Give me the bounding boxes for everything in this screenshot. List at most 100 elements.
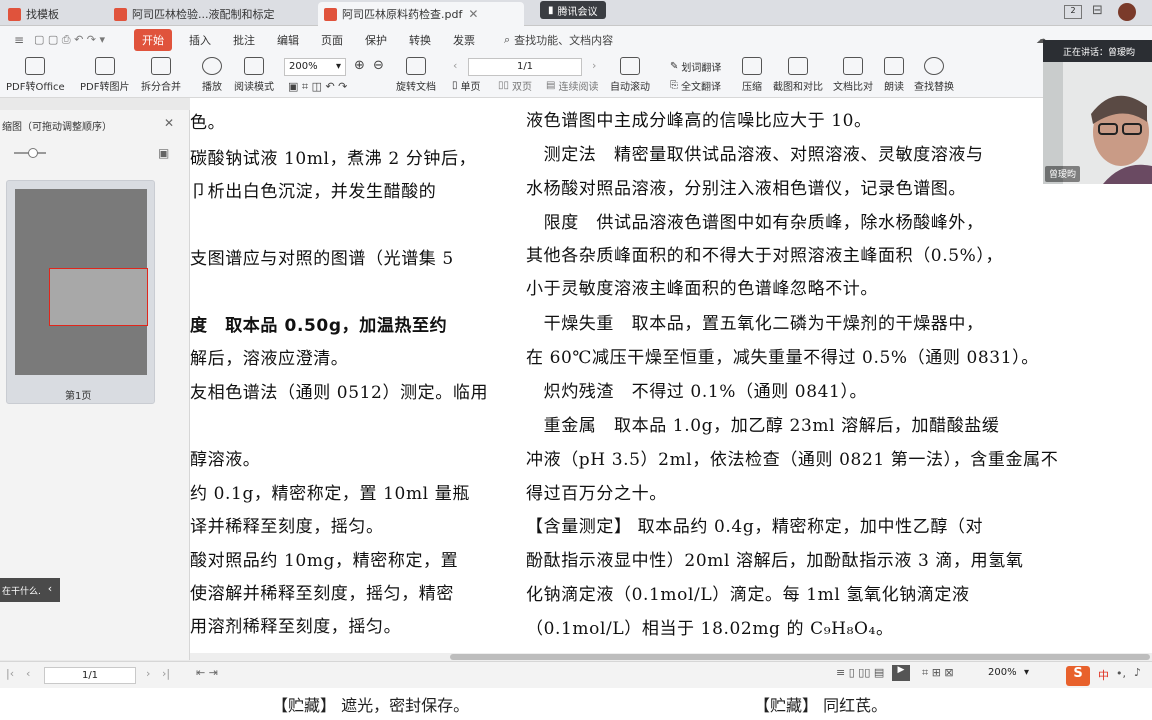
- doc-line: 液色谱图中主成分峰高的信噪比应大于 10。: [526, 111, 872, 131]
- single-page-button[interactable]: ▯ 单页: [452, 78, 481, 93]
- crop-icon: [788, 57, 808, 75]
- meeting-indicator[interactable]: ▮ 腾讯会议: [540, 1, 606, 19]
- chevron-down-icon[interactable]: ▾: [1024, 667, 1029, 678]
- double-page-button[interactable]: ▯▯ 双页: [498, 78, 532, 93]
- menu-annotate[interactable]: 批注: [222, 32, 266, 48]
- sogou-ime-icon[interactable]: S: [1066, 666, 1090, 686]
- zoom-select[interactable]: 200% ▾: [284, 58, 346, 76]
- zoom-value: 200%: [289, 61, 318, 72]
- auto-scroll-button[interactable]: 自动滚动: [610, 57, 650, 93]
- panel-title: 缩图（可拖动调整顺序）: [2, 122, 112, 133]
- thumbnail-panel: 缩图（可拖动调整顺序） ✕ ▣ 第1页 在干什么... ‹: [0, 110, 190, 660]
- find-replace-button[interactable]: 查找替换: [914, 57, 954, 93]
- status-zoom[interactable]: 200%: [988, 667, 1017, 678]
- view-mode-icons[interactable]: ▣ ⌗ ◫ ↶ ↷: [288, 80, 347, 94]
- page-input[interactable]: 1/1: [468, 58, 582, 76]
- thumbnail-image: [15, 189, 148, 375]
- page-thumbnail[interactable]: 第1页: [6, 180, 155, 404]
- search-input[interactable]: ⌕ 查找功能、文档内容: [504, 32, 613, 48]
- menu-edit[interactable]: 编辑: [266, 32, 310, 48]
- tool-label: 拆分合并: [141, 82, 181, 93]
- participant-label: 曾瑷昀: [1049, 170, 1077, 180]
- close-icon[interactable]: ✕: [164, 116, 174, 130]
- play-icon: [202, 57, 222, 75]
- quick-access-icons[interactable]: ▢ ▢ ⎙ ↶ ↷ ▾: [34, 33, 105, 47]
- ime-mode[interactable]: 中: [1098, 667, 1109, 683]
- image-icon[interactable]: ▣: [158, 146, 169, 160]
- close-tab-icon[interactable]: ✕: [468, 7, 478, 21]
- tab-document-1[interactable]: 阿司匹林检验...液配制和标定: [108, 2, 308, 26]
- meeting-label: 腾讯会议: [557, 6, 598, 18]
- window-layout-icon[interactable]: 2: [1064, 5, 1082, 19]
- prev-page-icon[interactable]: ‹: [26, 667, 30, 680]
- avatar[interactable]: [1118, 3, 1136, 21]
- last-page-icon[interactable]: ›|: [162, 667, 170, 680]
- pdf-to-image-button[interactable]: PDF转图片: [80, 57, 129, 93]
- scrollbar-thumb[interactable]: [450, 654, 1150, 660]
- zoom-out-icon[interactable]: ⊖: [373, 58, 384, 73]
- doc-line: 译并稀释至刻度，摇匀。: [190, 517, 384, 537]
- tool-label: 划词翻译: [681, 63, 722, 74]
- document-view[interactable]: 色。 碳酸钠试液 10ml，煮沸 2 分钟后， 卩析出白色沉淀，并发生醋酸的 支…: [190, 98, 1152, 660]
- view-icons[interactable]: ≡ ▯ ▯▯ ▤: [836, 666, 884, 679]
- menu-start[interactable]: 开始: [134, 29, 172, 51]
- tab-document-2[interactable]: 阿司匹林原料药检查.pdf ✕: [318, 2, 524, 26]
- split-merge-button[interactable]: 拆分合并: [141, 57, 181, 93]
- tool-label: 自动滚动: [610, 82, 650, 93]
- doc-line: （0.1mol/L）相当于 18.02mg 的 C₉H₈O₄。: [526, 619, 894, 639]
- punctuation-icon[interactable]: •,: [1116, 667, 1126, 680]
- tool-label: 全文翻译: [681, 82, 721, 93]
- scroll-icon: [620, 57, 640, 75]
- continuous-read-button[interactable]: ▤ 连续阅读: [546, 78, 598, 93]
- viewport-highlight[interactable]: [49, 268, 148, 326]
- wps-logo-icon: [8, 7, 21, 21]
- meeting-video[interactable]: 正在讲话：曾瑷昀 曾瑷昀: [1043, 40, 1152, 184]
- compare-icon: [843, 57, 863, 75]
- toolbar: PDF转Office PDF转图片 拆分合并 播放 阅读模式 200% ▾ ⊕ …: [0, 54, 1152, 98]
- translate-full-button[interactable]: ⎘ 全文翻译: [670, 78, 721, 93]
- zoom-in-icon[interactable]: ⊕: [354, 58, 365, 73]
- rotate-button[interactable]: 旋转文档: [396, 57, 436, 93]
- microphone-icon[interactable]: ♪: [1134, 666, 1141, 679]
- tool-label: 查找替换: [914, 82, 954, 93]
- rotate-icon: [406, 57, 426, 75]
- minimize-icon[interactable]: ⊟: [1092, 3, 1103, 18]
- doc-compare-button[interactable]: 文档比对: [833, 57, 873, 93]
- compress-icon: [742, 57, 762, 75]
- pdf-to-office-button[interactable]: PDF转Office: [6, 57, 65, 93]
- chevron-down-icon: ▾: [335, 61, 341, 72]
- next-page-icon[interactable]: ›: [592, 59, 596, 72]
- menu-page[interactable]: 页面: [310, 32, 354, 48]
- doc-line: 【含量测定】 取本品约 0.4g，精密称定，加中性乙醇（对: [526, 517, 984, 537]
- tool-label: 双页: [512, 82, 533, 93]
- double-page-icon: ▯▯: [498, 80, 510, 91]
- menu-convert[interactable]: 转换: [398, 32, 442, 48]
- doc-line: 水杨酸对照品溶液，分别注入液相色谱仪，记录色谱图。: [526, 179, 966, 199]
- menu-invoice[interactable]: 发票: [442, 32, 486, 48]
- menu-insert[interactable]: 插入: [178, 32, 222, 48]
- doc-line: 限度 供试品溶液色谱图中如有杂质峰，除水杨酸峰外，: [526, 213, 984, 233]
- doc-line: 在 60℃减压干燥至恒重，减失重量不得过 0.5%（通则 0831）。: [526, 348, 1039, 368]
- prev-page-icon[interactable]: ‹: [453, 59, 457, 72]
- next-page-icon[interactable]: ›: [146, 667, 150, 680]
- play-button[interactable]: 播放: [202, 57, 222, 93]
- thumb-size-slider[interactable]: [14, 148, 46, 158]
- compress-button[interactable]: 压缩: [742, 57, 762, 93]
- menu-icon[interactable]: ≡: [14, 33, 24, 47]
- exit-icon[interactable]: ⇤ ⇥: [196, 666, 218, 679]
- menu-protect[interactable]: 保护: [354, 32, 398, 48]
- first-page-icon[interactable]: |‹: [6, 667, 14, 680]
- read-mode-button[interactable]: 阅读模式: [234, 57, 274, 93]
- translate-word-button[interactable]: ✎ 划词翻译: [670, 59, 721, 74]
- collapse-icon[interactable]: ‹: [40, 578, 60, 602]
- tool-label: 阅读模式: [234, 82, 274, 93]
- play-icon[interactable]: ▶: [892, 665, 910, 681]
- screenshot-compare-button[interactable]: 截图和对比: [773, 57, 823, 93]
- tool-label: 旋转文档: [396, 82, 436, 93]
- fit-icons[interactable]: ⌗ ⊞ ⊠: [922, 666, 954, 680]
- read-aloud-button[interactable]: 朗读: [884, 57, 904, 93]
- tab-templates[interactable]: 找模板: [2, 2, 102, 26]
- horizontal-scrollbar[interactable]: [190, 653, 1152, 661]
- slider-handle[interactable]: [28, 148, 38, 158]
- status-page-input[interactable]: 1/1: [44, 667, 136, 684]
